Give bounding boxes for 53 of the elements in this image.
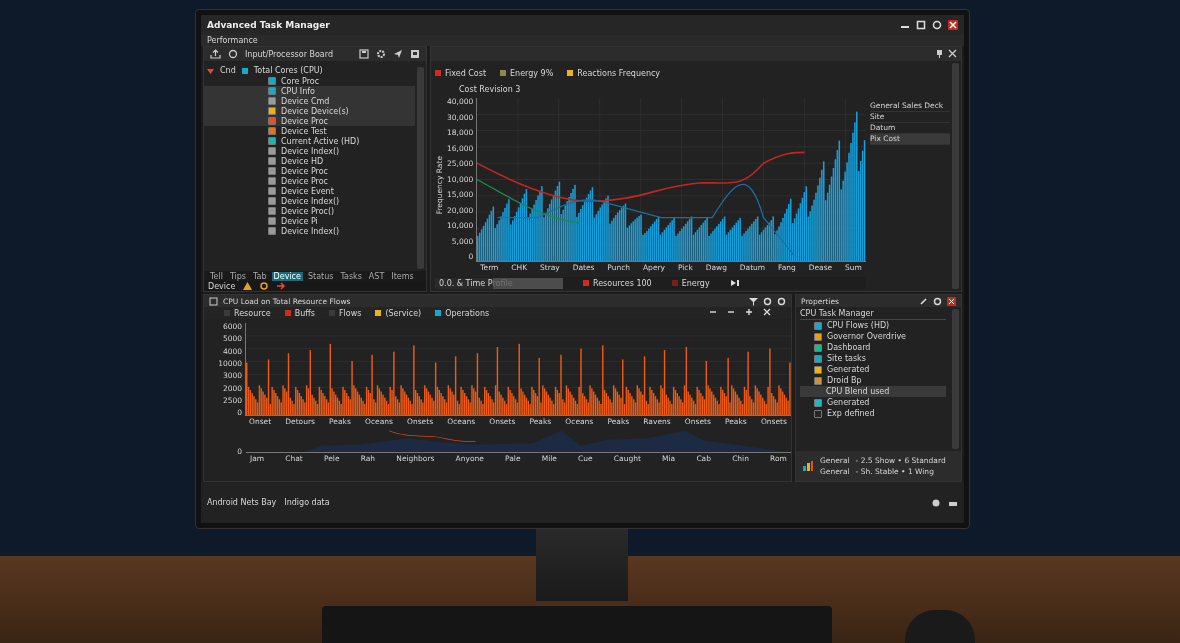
- status-text: Device: [208, 281, 236, 291]
- tree-row[interactable]: Dashboard: [800, 342, 946, 353]
- menu-item[interactable]: Performance: [207, 36, 258, 45]
- tree-row[interactable]: Device Index(): [204, 146, 415, 156]
- legend-label: Energy: [681, 278, 710, 288]
- tree-row[interactable]: Device Pi: [204, 216, 415, 226]
- tree-row[interactable]: Device Proc: [204, 116, 415, 126]
- legend-label: Fixed Cost: [445, 68, 487, 78]
- legend-label: Flows: [338, 308, 362, 318]
- tab[interactable]: Tab: [251, 271, 269, 281]
- tree-row[interactable]: CPU Info: [204, 86, 415, 96]
- status-text: Android Nets Bay: [207, 498, 277, 507]
- chart-title: Cost Revision 3: [459, 85, 522, 94]
- tree-row[interactable]: Governor Overdrive: [800, 331, 946, 342]
- tree-title: CPU Task Manager: [800, 309, 946, 320]
- tab[interactable]: Device: [271, 271, 303, 281]
- tree-row[interactable]: Core Proc: [204, 76, 415, 86]
- window-title: Advanced Task Manager: [207, 20, 330, 30]
- tree-row[interactable]: Device Proc: [204, 166, 415, 176]
- tab[interactable]: Tips: [227, 271, 248, 281]
- tree-row[interactable]: Device Proc(): [204, 206, 415, 216]
- tree-row[interactable]: Exp defined: [800, 408, 946, 419]
- tree-row[interactable]: Device Event: [204, 186, 415, 196]
- tab[interactable]: Tasks: [338, 271, 364, 281]
- tab[interactable]: Status: [305, 271, 336, 281]
- tree-row[interactable]: Generated: [800, 397, 946, 408]
- tree-row[interactable]: Device Index(): [204, 196, 415, 206]
- tab[interactable]: AST: [366, 271, 387, 281]
- tree-row[interactable]: Device HD: [204, 156, 415, 166]
- tree-row[interactable]: Device Device(s): [204, 106, 415, 116]
- tree-row[interactable]: Droid Bp: [800, 375, 946, 386]
- legend-label: Resource: [234, 308, 271, 318]
- tree-row[interactable]: Device Test: [204, 126, 415, 136]
- tree-row[interactable]: Generated: [800, 364, 946, 375]
- tree-row[interactable]: Device Index(): [204, 226, 415, 236]
- tree-row[interactable]: CPU Blend used: [800, 386, 946, 397]
- tree-item[interactable]: Total Cores (CPU): [253, 66, 323, 75]
- legend-label: Resources 100: [593, 278, 652, 288]
- tree-row[interactable]: CPU Flows (HD): [800, 320, 946, 331]
- tree-row[interactable]: Current Active (HD): [204, 136, 415, 146]
- legend-label: Operations: [445, 308, 490, 318]
- status-text: Indigo data: [284, 498, 330, 507]
- tree-row[interactable]: Device Cmd: [204, 96, 415, 106]
- tab[interactable]: Items: [389, 271, 416, 281]
- tree-item[interactable]: Cnd: [220, 66, 236, 75]
- legend-label: Reactions Frequency: [577, 68, 661, 78]
- tree-row[interactable]: Site tasks: [800, 353, 946, 364]
- tree-row[interactable]: Device Proc: [204, 176, 415, 186]
- toolbar-label: Input/Processor Board: [245, 49, 334, 59]
- legend-label: Energy 9%: [510, 68, 554, 78]
- tab[interactable]: Tell: [208, 271, 225, 281]
- legend-label: (Service): [385, 308, 422, 318]
- legend-label: Buffs: [294, 308, 315, 318]
